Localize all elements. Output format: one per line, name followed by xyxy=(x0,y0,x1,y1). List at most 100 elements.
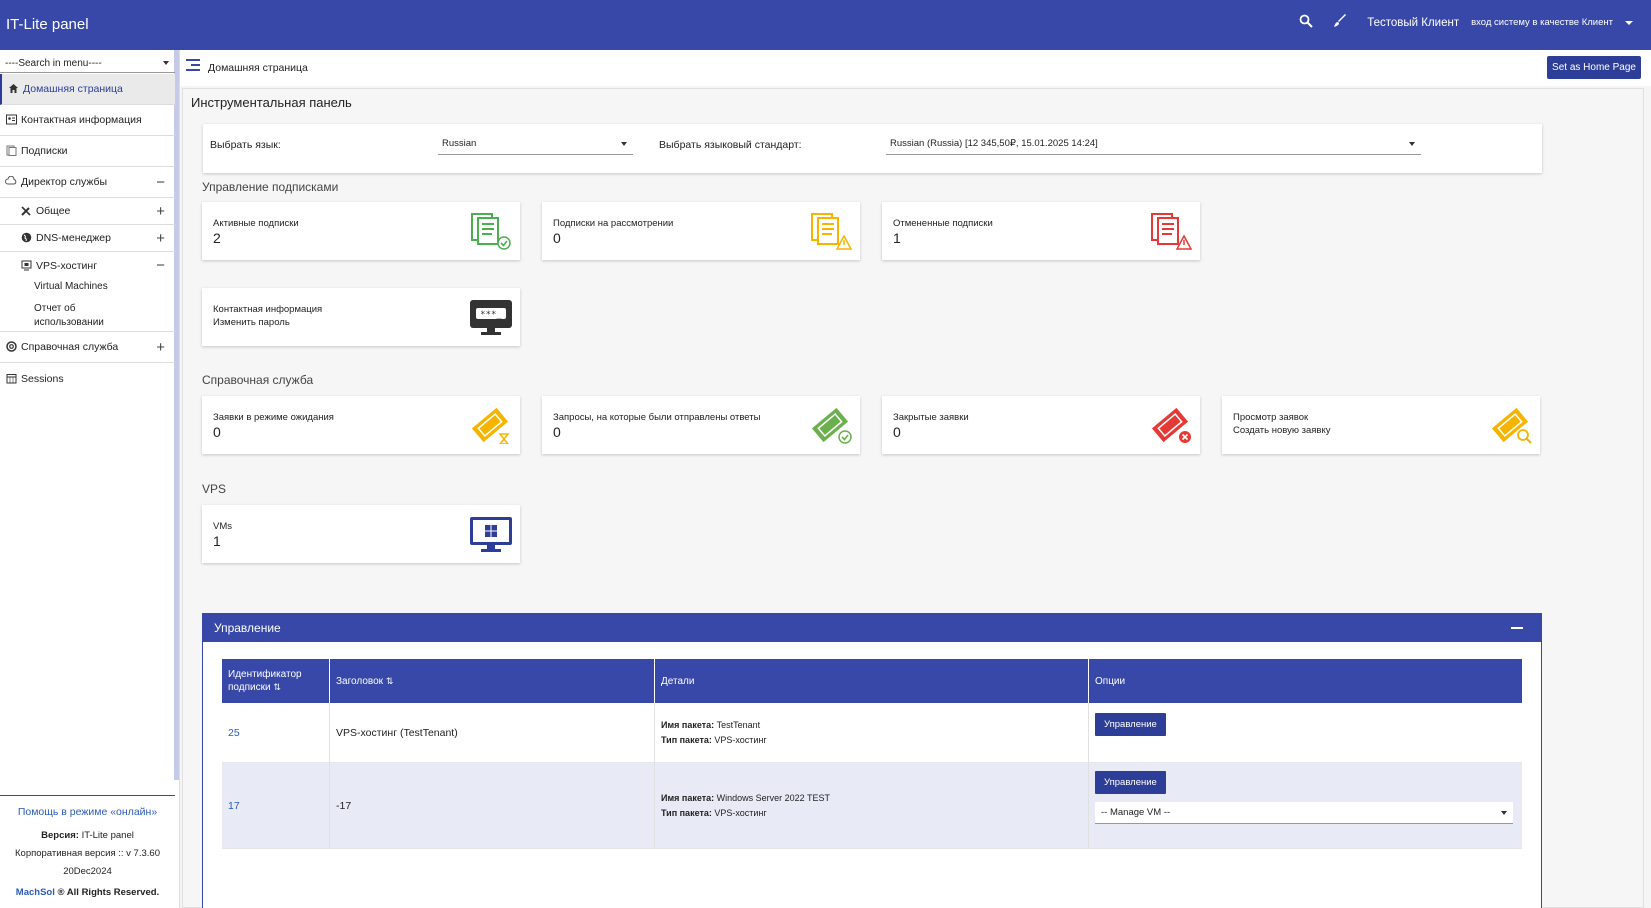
sidebar-item-usage-report[interactable]: Отчет об использовании xyxy=(34,302,124,330)
answered-requests-card[interactable]: Запросы, на которые были отправлены отве… xyxy=(542,396,860,454)
contact-card-icon xyxy=(5,114,17,126)
top-bar: IT-Lite panel Тестовый Клиент вход систе… xyxy=(0,0,1651,50)
svg-text:***_: ***_ xyxy=(480,310,502,320)
pending-subscriptions-card[interactable]: Подписки на рассмотрении 0 xyxy=(542,202,860,260)
language-value: Russian xyxy=(442,138,477,149)
sort-icon[interactable]: ⇅ xyxy=(386,675,394,688)
vms-card[interactable]: VMs 1 xyxy=(202,505,520,563)
edition-line: Корпоративная версия :: v 7.3.60 xyxy=(15,848,160,859)
online-help-link[interactable]: Помощь в режиме «онлайн» xyxy=(0,795,175,818)
sidebar-item-vps-hosting[interactable]: VPS-хостинг − xyxy=(0,252,175,279)
version-line: Версия: IT-Lite panel xyxy=(0,830,175,841)
sidebar-item-label: VPS-хостинг xyxy=(36,259,98,272)
card-title: Заявки в режиме ожидания xyxy=(213,412,334,423)
locale-value: Russian (Russia) [12 345,50₽, 15.01.2025… xyxy=(890,138,1098,149)
brand-title[interactable]: IT-Lite panel xyxy=(6,16,89,33)
breadcrumb: Домашняя страница xyxy=(208,62,308,74)
brush-icon[interactable] xyxy=(1333,14,1347,31)
active-subscriptions-card[interactable]: Активные подписки 2 xyxy=(202,202,520,260)
subscription-id-link[interactable]: 25 xyxy=(228,727,240,739)
machsol-link[interactable]: MachSol xyxy=(16,887,55,898)
management-header: Управление xyxy=(203,614,1541,642)
package-details: Имя пакета: Windows Server 2022 TEST Тип … xyxy=(661,791,830,821)
column-header-id[interactable]: Идентификатор подписки ⇅ xyxy=(222,659,330,703)
sidebar-item-dns-manager[interactable]: DNS-менеджер + xyxy=(0,225,175,252)
search-menu-select[interactable]: ----Search in menu---- xyxy=(0,53,175,73)
contact-info-card[interactable]: Контактная информация Изменить пароль ***… xyxy=(202,288,520,346)
language-card: Выбрать язык: Russian Выбрать языковый с… xyxy=(203,124,1542,173)
subscription-id-link[interactable]: 17 xyxy=(228,800,240,812)
copyright-text: ® All Rights Reserved. xyxy=(57,887,160,898)
detail-label: Тип пакета: xyxy=(661,734,712,745)
card-title: Контактная информация Изменить пароль xyxy=(213,303,322,329)
column-label: Идентификатор подписки xyxy=(228,669,302,693)
search-icon[interactable] xyxy=(1299,14,1313,31)
sidebar-item-label: Sessions xyxy=(21,372,64,385)
collapse-toggle[interactable]: − xyxy=(156,257,165,274)
column-header-options: Опции xyxy=(1095,675,1126,687)
chevron-down-icon[interactable] xyxy=(1625,20,1633,25)
waiting-tickets-card[interactable]: Заявки в режиме ожидания 0 xyxy=(202,396,520,454)
calendar-icon xyxy=(5,373,17,385)
menu-toggle-icon[interactable] xyxy=(186,59,200,71)
collapse-icon[interactable] xyxy=(1511,627,1523,629)
cancelled-subscriptions-card[interactable]: Отмененные подписки 1 xyxy=(882,202,1200,260)
card-title: Запросы, на которые были отправлены отве… xyxy=(553,412,761,423)
table-header: Идентификатор подписки ⇅ Заголовок ⇅ Дет… xyxy=(222,659,1522,703)
expand-toggle[interactable]: + xyxy=(156,203,165,220)
view-tickets-card[interactable]: Просмотр заявок Создать новую заявку xyxy=(1222,396,1540,454)
user-name[interactable]: Тестовый Клиент xyxy=(1367,17,1459,29)
sidebar-item-contact[interactable]: Контактная информация xyxy=(0,105,175,136)
login-as-label[interactable]: вход систему в качестве Клиент xyxy=(1471,17,1613,28)
create-ticket-link[interactable]: Создать новую заявку xyxy=(1233,425,1330,436)
card-value: 1 xyxy=(893,230,901,246)
sidebar-item-home[interactable]: Домашняя страница xyxy=(0,74,175,105)
sidebar-item-label: Общее xyxy=(36,205,71,217)
management-panel: Управление Идентификатор подписки ⇅ Заго… xyxy=(202,613,1542,908)
set-home-page-button[interactable]: Set as Home Page xyxy=(1547,56,1641,79)
expand-toggle[interactable]: + xyxy=(156,339,165,356)
version-label: Версия: xyxy=(41,830,79,841)
version-date: 20Dec2024 xyxy=(63,866,112,877)
ticket-closed-icon xyxy=(1151,407,1191,443)
cloud-icon xyxy=(5,175,17,188)
detail-label: Имя пакета: xyxy=(661,792,715,803)
home-icon xyxy=(7,83,19,95)
chevron-down-icon xyxy=(621,142,627,146)
sort-icon[interactable]: ⇅ xyxy=(273,682,281,692)
helpdesk-section-title: Справочная служба xyxy=(202,373,314,387)
subscriptions-table: Идентификатор подписки ⇅ Заголовок ⇅ Дет… xyxy=(222,659,1522,849)
sidebar-item-general[interactable]: Общее + xyxy=(0,198,175,225)
language-select[interactable]: Russian xyxy=(438,133,633,155)
column-header-title[interactable]: Заголовок ⇅ xyxy=(330,659,655,703)
sidebar-item-helpdesk[interactable]: Справочная служба + xyxy=(0,332,175,363)
windows-monitor-icon xyxy=(470,517,512,552)
sidebar-item-subscriptions[interactable]: Подписки xyxy=(0,136,175,167)
sidebar-item-virtual-machines[interactable]: Virtual Machines xyxy=(34,280,108,294)
expand-toggle[interactable]: + xyxy=(156,230,165,247)
card-title: Подписки на рассмотрении xyxy=(553,218,674,229)
manage-vm-select[interactable]: -- Manage VM -- xyxy=(1095,802,1513,824)
breadcrumb-bar: Домашняя страница Set as Home Page xyxy=(180,50,1651,86)
lifebuoy-icon xyxy=(5,341,17,353)
chevron-down-icon xyxy=(1409,142,1415,146)
manage-button[interactable]: Управление xyxy=(1095,713,1166,736)
locale-select[interactable]: Russian (Russia) [12 345,50₽, 15.01.2025… xyxy=(886,133,1421,155)
chevron-down-icon xyxy=(1501,811,1507,815)
card-value: 0 xyxy=(553,230,561,246)
language-label: Выбрать язык: xyxy=(210,139,281,151)
change-password-link[interactable]: Изменить пароль xyxy=(213,317,290,328)
vps-section-title: VPS xyxy=(202,482,227,496)
ticket-answered-icon xyxy=(811,407,852,444)
card-value: 0 xyxy=(893,424,901,440)
view-tickets-link[interactable]: Просмотр заявок xyxy=(1233,412,1308,423)
ticket-waiting-icon xyxy=(471,407,510,444)
sidebar-item-sessions[interactable]: Sessions xyxy=(0,363,175,394)
collapse-toggle[interactable]: − xyxy=(156,174,165,191)
sidebar-item-service-director[interactable]: Директор службы − xyxy=(0,167,175,198)
card-value: 0 xyxy=(213,424,221,440)
closed-tickets-card[interactable]: Закрытые заявки 0 xyxy=(882,396,1200,454)
package-type: VPS-хостинг xyxy=(714,734,767,745)
contact-info-link[interactable]: Контактная информация xyxy=(213,304,322,315)
manage-button[interactable]: Управление xyxy=(1095,771,1166,794)
